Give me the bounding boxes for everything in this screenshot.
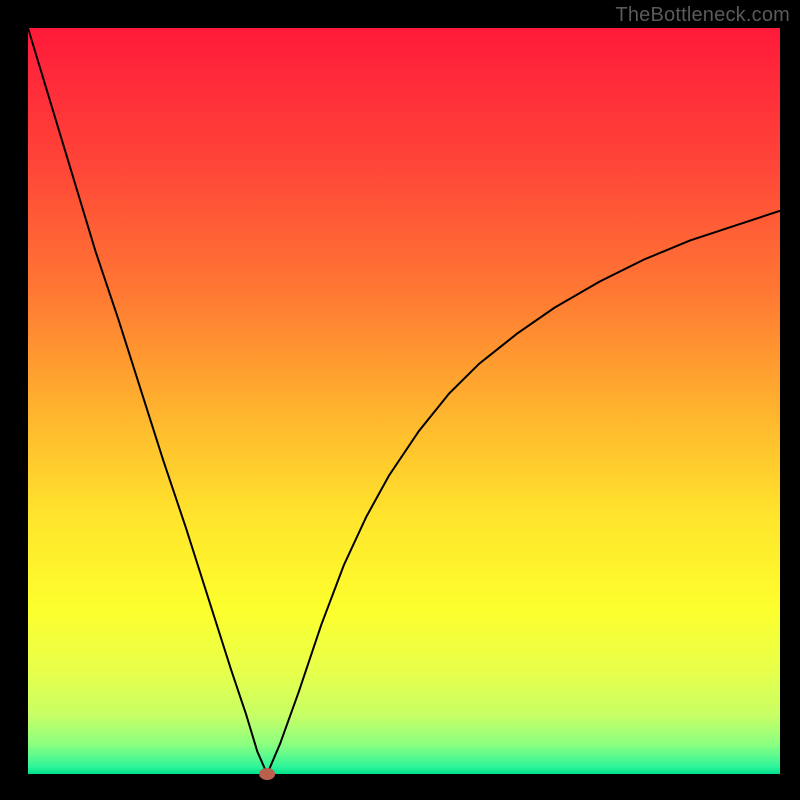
plot-area: [28, 28, 780, 774]
chart-stage: TheBottleneck.com: [0, 0, 800, 800]
optimal-point-marker: [259, 768, 275, 780]
watermark-text: TheBottleneck.com: [615, 4, 790, 27]
chart-svg: [0, 0, 800, 800]
